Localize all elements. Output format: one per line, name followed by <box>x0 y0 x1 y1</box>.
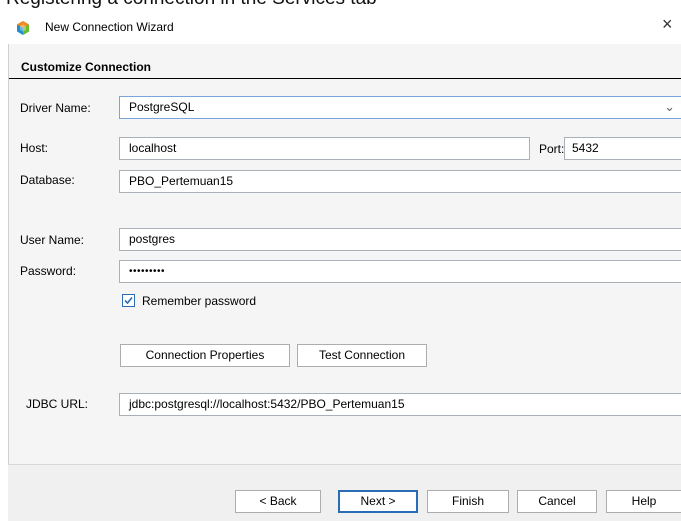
user-name-input[interactable]: postgres <box>119 228 681 251</box>
jdbc-url-label: JDBC URL: <box>26 397 89 411</box>
wizard-footer: < Back Next > Finish Cancel Help <box>8 464 681 521</box>
next-button[interactable]: Next > <box>338 490 418 513</box>
host-input[interactable]: localhost <box>119 137 530 160</box>
user-name-value: postgres <box>129 232 176 246</box>
host-value: localhost <box>129 141 177 155</box>
jdbc-url-value: jdbc:postgresql://localhost:5432/PBO_Per… <box>129 397 405 411</box>
chevron-down-icon[interactable]: ⌄ <box>664 97 675 117</box>
title-bar[interactable]: New Connection Wizard × <box>0 8 681 44</box>
help-button[interactable]: Help <box>606 490 681 513</box>
close-icon[interactable]: × <box>662 14 673 35</box>
wizard-content-panel: Customize Connection Driver Name: Postgr… <box>8 44 681 464</box>
test-connection-button[interactable]: Test Connection <box>297 344 427 367</box>
back-button[interactable]: < Back <box>235 490 321 513</box>
connection-properties-button[interactable]: Connection Properties <box>120 344 290 367</box>
jdbc-url-input[interactable]: jdbc:postgresql://localhost:5432/PBO_Per… <box>119 393 681 416</box>
driver-name-label: Driver Name: <box>20 101 91 115</box>
finish-button[interactable]: Finish <box>427 490 509 513</box>
database-value: PBO_Pertemuan15 <box>129 174 234 188</box>
cropped-heading-text: Registering a connection in the Services… <box>6 0 377 8</box>
cropped-heading-fragment: Registering a connection in the Services… <box>0 0 681 8</box>
section-title: Customize Connection <box>21 60 152 74</box>
port-input[interactable]: 5432 <box>564 137 681 160</box>
password-label: Password: <box>20 264 77 278</box>
section-header: Customize Connection <box>9 56 681 79</box>
driver-name-select[interactable]: PostgreSQL ⌄ <box>119 96 681 119</box>
user-name-label: User Name: <box>20 233 85 247</box>
database-input[interactable]: PBO_Pertemuan15 <box>119 170 681 193</box>
driver-name-value: PostgreSQL <box>129 100 195 114</box>
netbeans-cube-icon <box>17 21 29 35</box>
port-value: 5432 <box>572 141 599 155</box>
host-label: Host: <box>20 141 49 155</box>
port-label: Port: <box>539 142 565 156</box>
password-input[interactable]: ••••••••• <box>119 260 681 283</box>
window-title: New Connection Wizard <box>45 20 174 34</box>
checkmark-icon <box>124 296 133 305</box>
remember-password-label[interactable]: Remember password <box>142 294 256 308</box>
password-value: ••••••••• <box>129 266 166 277</box>
remember-password-checkbox[interactable] <box>122 294 135 307</box>
cancel-button[interactable]: Cancel <box>517 490 597 513</box>
database-label: Database: <box>20 173 75 187</box>
